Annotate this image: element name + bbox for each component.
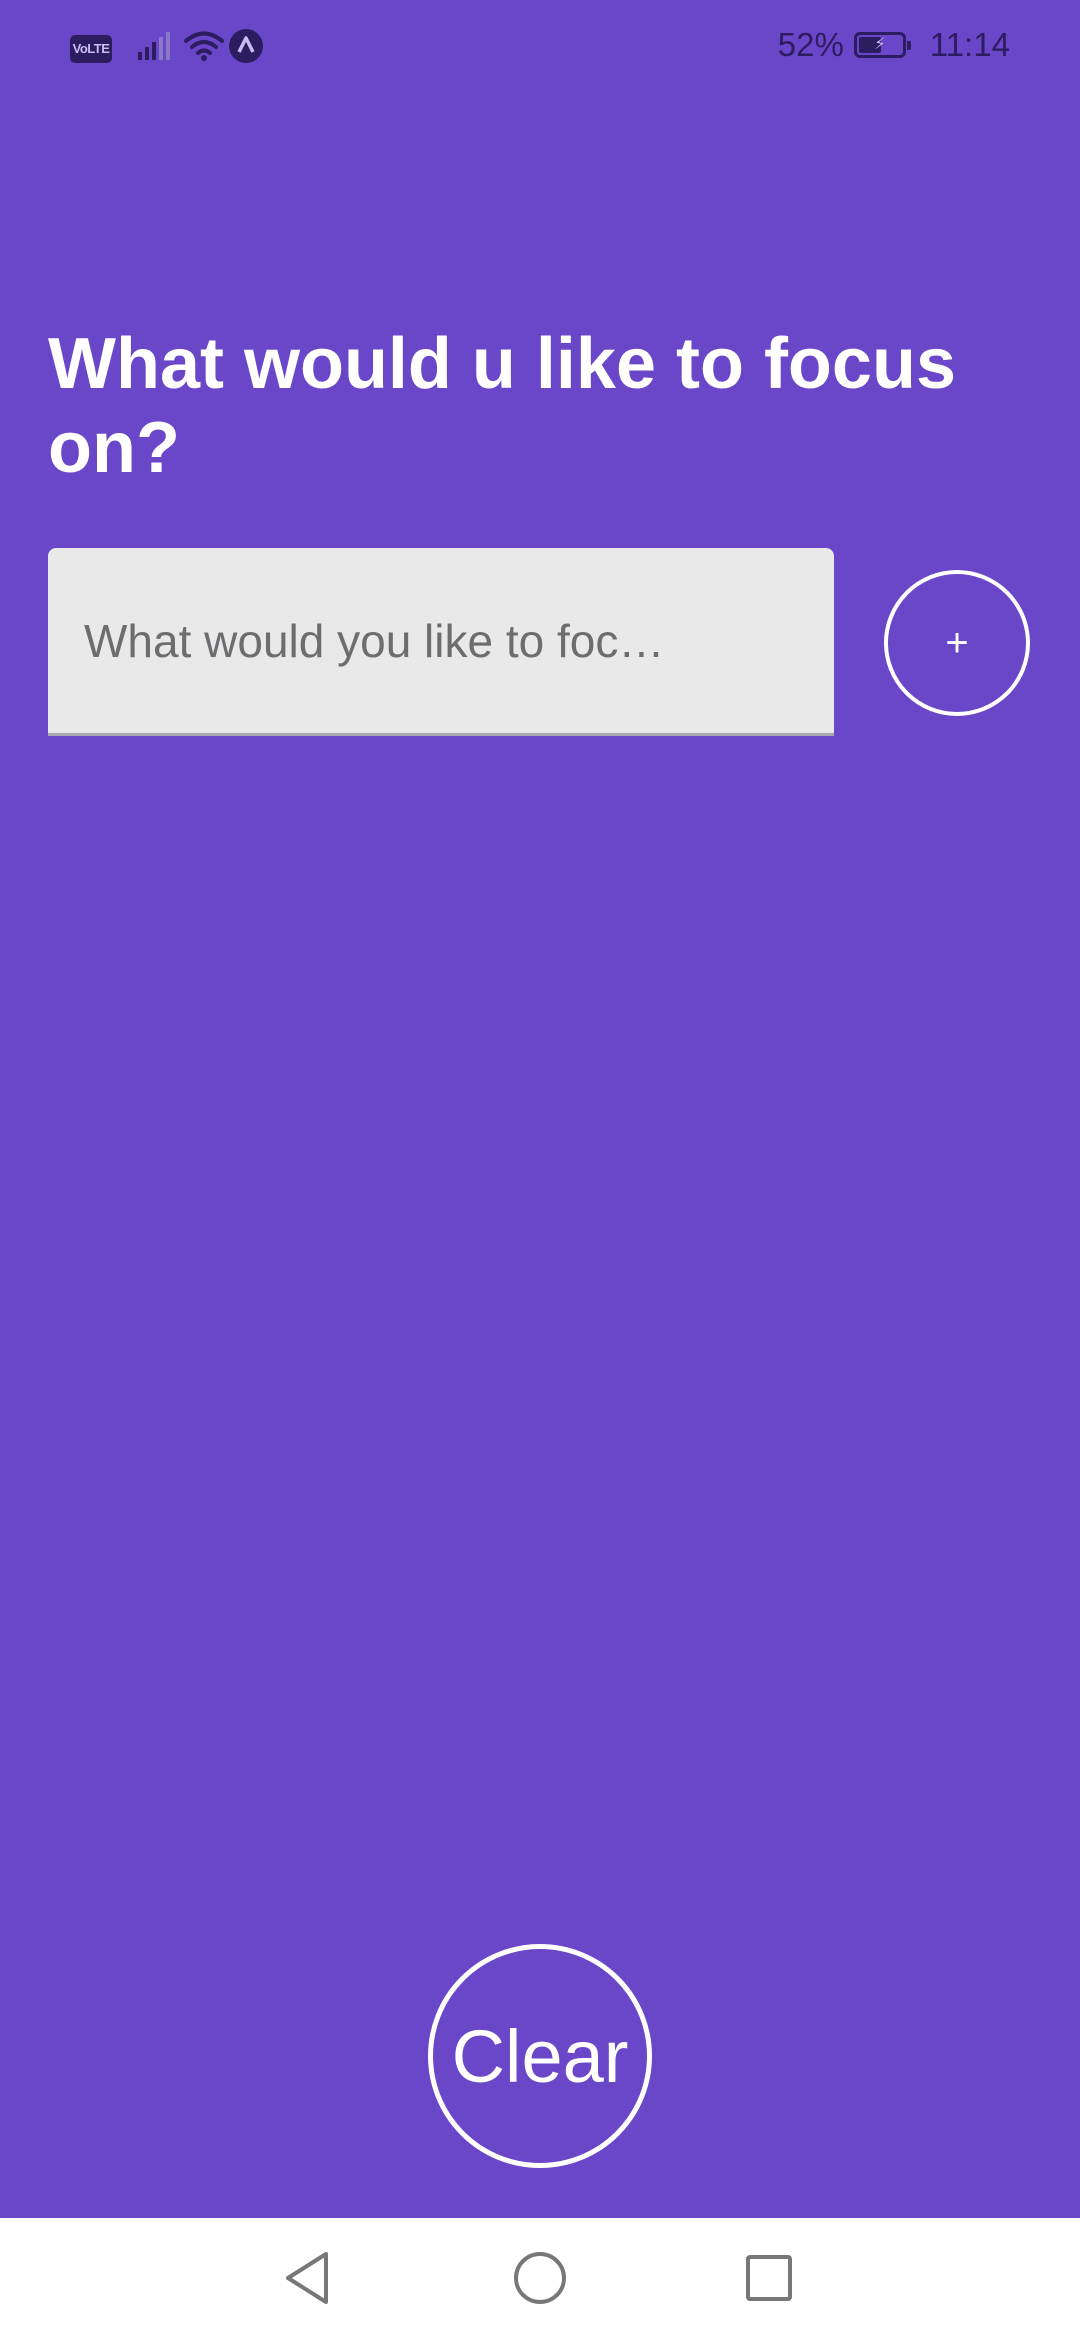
status-left-group: VoLTE <box>70 28 264 69</box>
nav-app-icon <box>228 28 264 69</box>
clear-button[interactable]: Clear <box>428 1944 652 2168</box>
signal-icon <box>138 32 172 65</box>
battery-percent: 52% <box>777 26 844 63</box>
focus-input[interactable] <box>48 548 834 736</box>
add-button[interactable]: + <box>884 570 1030 716</box>
status-bar: VoLTE 52% ⚡ 11:14 <box>0 0 1080 94</box>
page-title: What would u like to focus on? <box>48 324 956 488</box>
home-button[interactable] <box>510 2248 570 2308</box>
system-nav-bar <box>0 2218 1080 2340</box>
back-icon <box>286 2252 328 2304</box>
plus-icon: + <box>945 620 969 665</box>
status-right-group: 52% ⚡ 11:14 <box>778 26 1010 64</box>
charging-bolt-icon: ⚡ <box>874 36 886 53</box>
home-icon <box>514 2252 566 2304</box>
volte-icon: VoLTE <box>70 34 112 63</box>
wifi-icon <box>184 30 224 67</box>
status-clock: 11:14 <box>929 26 1010 63</box>
back-button[interactable] <box>278 2248 338 2308</box>
battery-charging-icon: ⚡ <box>853 32 911 58</box>
recents-button[interactable] <box>739 2248 799 2308</box>
recents-icon <box>746 2255 792 2301</box>
